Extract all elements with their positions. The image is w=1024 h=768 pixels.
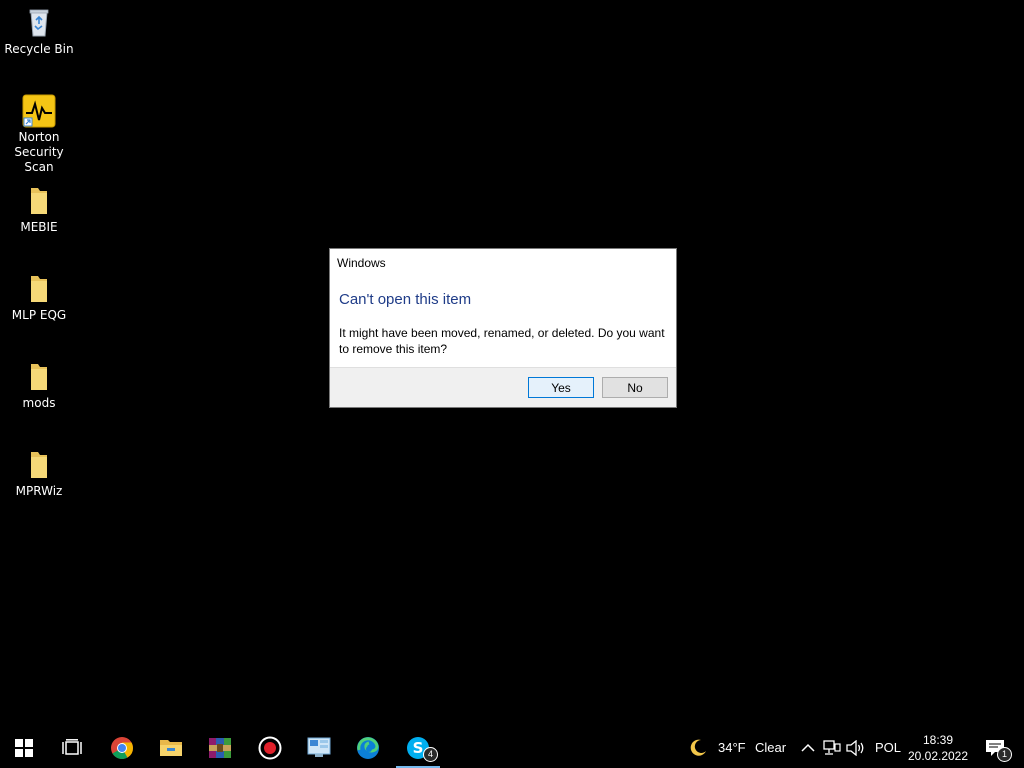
weather-temperature[interactable]: 34°F xyxy=(718,740,746,755)
desktop-icon-mlp-eqg[interactable]: MLP EQG xyxy=(2,272,76,323)
winrar-icon xyxy=(209,738,231,758)
desktop-icon-label: MPRWiz xyxy=(15,484,63,498)
file-explorer-icon xyxy=(160,740,182,756)
input-language[interactable]: POL xyxy=(875,740,901,755)
speaker-icon xyxy=(846,740,864,756)
taskbar-recorder[interactable] xyxy=(246,728,294,768)
dialog-title: Windows xyxy=(337,256,386,270)
notification-badge: 1 xyxy=(997,747,1012,762)
dialog-message: It might have been moved, renamed, or de… xyxy=(339,326,665,356)
weather-widget-icon[interactable] xyxy=(688,738,708,758)
dialog-heading: Can't open this item xyxy=(339,291,472,308)
network-button[interactable] xyxy=(822,738,842,758)
skype-badge: 4 xyxy=(423,747,438,762)
desktop-icon-label: MEBIE xyxy=(20,220,58,234)
taskbar-control-panel[interactable] xyxy=(295,728,343,768)
folder-icon xyxy=(31,188,47,214)
taskbar-file-explorer[interactable] xyxy=(147,728,195,768)
desktop-icon-mprwiz[interactable]: MPRWiz xyxy=(2,448,76,499)
desktop-icon-mebie[interactable]: MEBIE xyxy=(2,184,76,235)
taskbar-skype[interactable]: S 4 xyxy=(394,728,442,768)
error-dialog: Windows Can't open this item It might ha… xyxy=(329,248,677,408)
chrome-icon xyxy=(111,737,133,759)
task-view-icon xyxy=(62,739,82,755)
moon-icon xyxy=(690,739,706,756)
edge-icon xyxy=(357,737,379,759)
desktop-icon-recycle-bin[interactable]: Recycle Bin xyxy=(2,6,76,57)
desktop-icon-norton-security-scan[interactable]: Norton Security Scan xyxy=(2,94,76,175)
volume-button[interactable] xyxy=(846,738,866,758)
taskbar: S 4 34°F Clear POL 18:39 20.02.2022 1 xyxy=(0,728,1024,768)
desktop: Recycle Bin Norton Security Scan MEBIE M… xyxy=(0,0,1024,728)
desktop-icon-label: Recycle Bin xyxy=(4,42,74,56)
network-icon xyxy=(823,740,841,755)
clock-time: 18:39 xyxy=(922,733,954,747)
folder-icon xyxy=(31,276,47,302)
record-icon xyxy=(258,736,282,760)
show-hidden-icons-button[interactable] xyxy=(798,738,818,758)
clock-date: 20.02.2022 xyxy=(907,749,969,763)
folder-icon xyxy=(31,452,47,478)
task-view-button[interactable] xyxy=(48,728,96,768)
start-button[interactable] xyxy=(0,728,48,768)
action-center-button[interactable]: 1 xyxy=(982,738,1012,762)
norton-icon xyxy=(22,94,56,128)
taskbar-edge[interactable] xyxy=(344,728,392,768)
svg-text:S: S xyxy=(413,739,424,757)
desktop-icon-label: mods xyxy=(22,396,56,410)
start-icon xyxy=(15,739,33,757)
yes-button[interactable]: Yes xyxy=(528,377,594,398)
dialog-footer: Yes No xyxy=(330,367,676,407)
no-button[interactable]: No xyxy=(602,377,668,398)
control-panel-icon xyxy=(307,737,331,757)
chevron-up-icon xyxy=(801,743,815,752)
recycle-bin-icon xyxy=(29,9,49,37)
desktop-icon-mods[interactable]: mods xyxy=(2,360,76,411)
taskbar-chrome[interactable] xyxy=(98,728,146,768)
clock[interactable]: 18:39 20.02.2022 xyxy=(906,732,970,764)
taskbar-winrar[interactable] xyxy=(196,728,244,768)
weather-condition[interactable]: Clear xyxy=(755,740,786,755)
folder-icon xyxy=(31,364,47,390)
desktop-icon-label: MLP EQG xyxy=(11,308,67,322)
desktop-icon-label: Norton Security Scan xyxy=(14,130,64,174)
